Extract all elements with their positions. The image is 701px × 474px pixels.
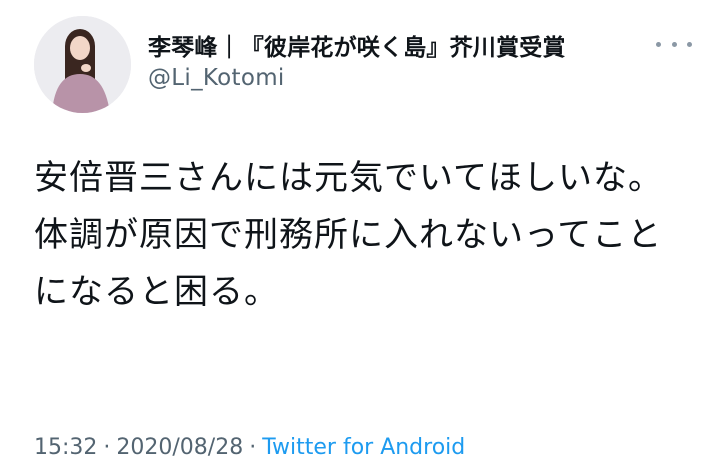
tweet-text: 安倍晋三さんには元気でいてほしいな。 体調が原因で刑務所に入れないってことになる… (34, 158, 663, 312)
tweet-meta: 15:32 · 2020/08/28 · Twitter for Android (34, 435, 465, 460)
avatar-photo (34, 16, 131, 113)
dot (656, 41, 661, 47)
tweet-source-link[interactable]: Twitter for Android (262, 435, 465, 460)
dot (671, 41, 677, 47)
meta-separator: · (103, 435, 111, 460)
user-handle[interactable]: @Li_Kotomi (148, 65, 688, 91)
display-name[interactable]: 李琴峰｜『彼岸花が咲く島』芥川賞受賞 (148, 28, 566, 62)
tweet-card: 李琴峰｜『彼岸花が咲く島』芥川賞受賞 @Li_Kotomi 安倍晋三さんには元気… (0, 0, 701, 474)
dot (687, 41, 692, 47)
more-dots-icon[interactable] (656, 36, 692, 52)
avatar[interactable] (34, 16, 131, 113)
tweet-header: 李琴峰｜『彼岸花が咲く島』芥川賞受賞 @Li_Kotomi (148, 28, 692, 91)
tweet-date[interactable]: 2020/08/28 (116, 435, 243, 460)
tweet-time[interactable]: 15:32 (34, 435, 97, 460)
meta-separator: · (249, 435, 257, 460)
